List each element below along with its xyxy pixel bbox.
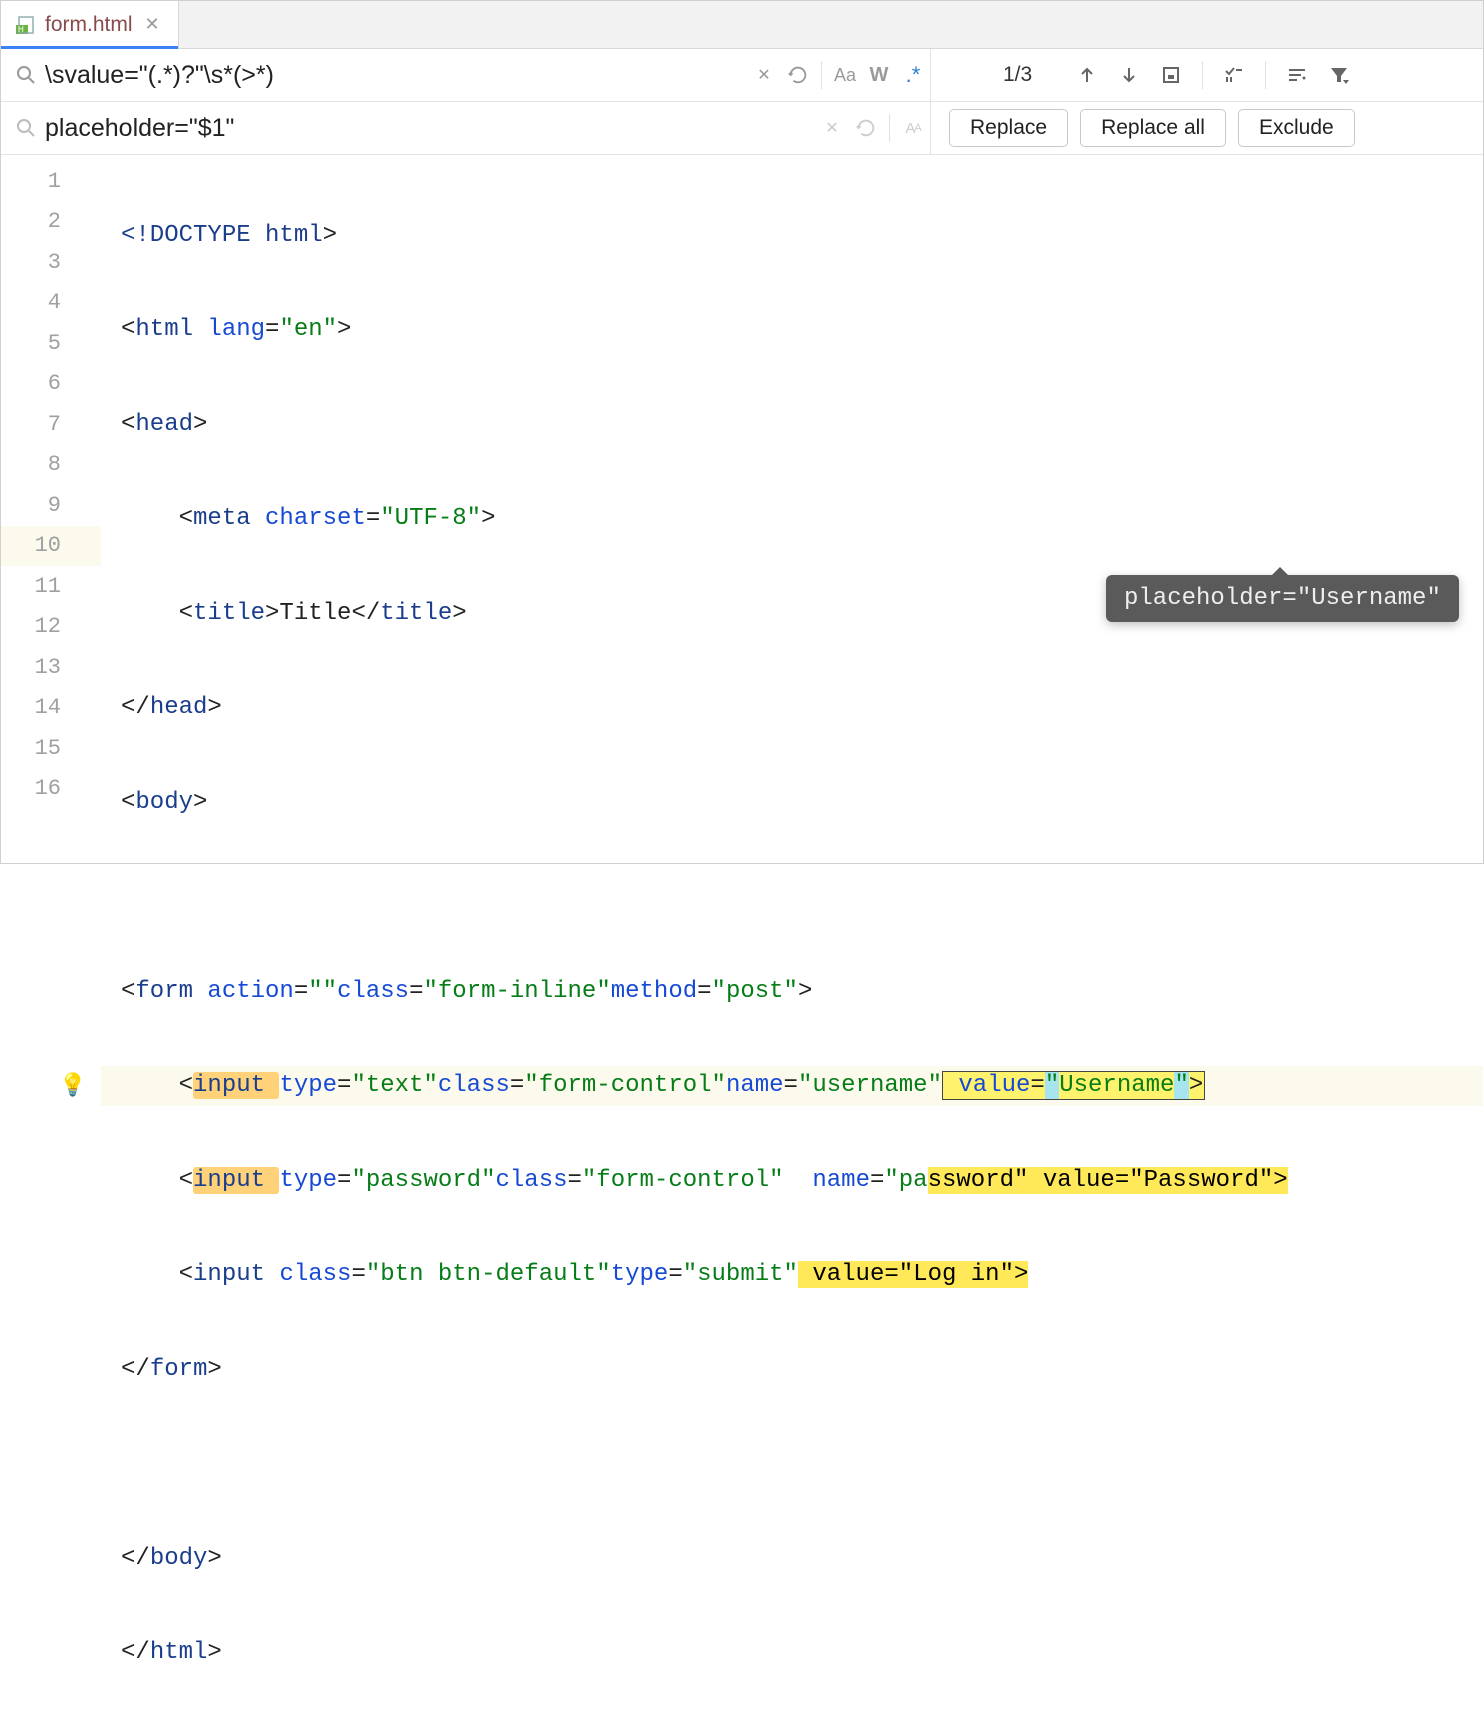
whole-word-icon[interactable]: W (862, 58, 896, 92)
select-occurrences-icon[interactable] (1217, 58, 1251, 92)
code-editor[interactable]: 1 2 3 4 5 6 7 8 9 10 11 12 13 14 15 16 <… (1, 155, 1483, 863)
line-number: 7 (1, 404, 101, 445)
line-number: 11 (1, 566, 101, 607)
file-tab[interactable]: H form.html ✕ (1, 1, 179, 48)
line-gutter: 1 2 3 4 5 6 7 8 9 10 11 12 13 14 15 16 (1, 155, 101, 863)
tab-label: form.html (45, 13, 133, 37)
tab-bar: H form.html ✕ (1, 1, 1483, 49)
svg-text:H: H (18, 25, 24, 34)
code-line: <meta charset="UTF-8"> (101, 499, 1483, 540)
line-number: 10 (1, 526, 101, 567)
replace-preview-tooltip: placeholder="Username" (1106, 575, 1459, 622)
line-number: 13 (1, 647, 101, 688)
code-line: </form> (101, 1349, 1483, 1390)
line-number: 9 (1, 485, 101, 526)
replace-history-icon[interactable] (849, 111, 883, 145)
lightbulb-icon[interactable]: 💡 (59, 1073, 86, 1099)
close-tab-icon[interactable]: ✕ (141, 14, 164, 35)
code-line: <input type="password" class="form-contr… (101, 1160, 1483, 1201)
line-number: 16 (1, 769, 101, 810)
code-line: <html lang="en"> (101, 310, 1483, 351)
select-all-icon[interactable] (1154, 58, 1188, 92)
line-number: 8 (1, 445, 101, 486)
line-number: 5 (1, 323, 101, 364)
replace-input[interactable] (39, 114, 815, 143)
code-line (101, 1444, 1483, 1485)
find-input[interactable] (39, 61, 747, 90)
regex-icon[interactable]: .* (896, 58, 930, 92)
code-line: <!DOCTYPE html> (101, 215, 1483, 256)
code-line: <input class="btn btn-default" type="sub… (101, 1255, 1483, 1296)
code-line: </head> (101, 688, 1483, 729)
search-icon (13, 65, 39, 85)
match-case-icon[interactable]: Aa (828, 58, 862, 92)
history-icon[interactable] (781, 58, 815, 92)
replace-all-button[interactable]: Replace all (1080, 109, 1226, 147)
code-line (101, 877, 1483, 918)
clear-replace-icon[interactable]: ✕ (815, 111, 849, 145)
html-file-icon: H (15, 14, 37, 36)
line-number: 4 (1, 283, 101, 324)
exclude-button[interactable]: Exclude (1238, 109, 1355, 147)
code-line: <head> (101, 404, 1483, 445)
preserve-case-icon[interactable]: AA (896, 111, 930, 145)
code-area[interactable]: <!DOCTYPE html> <html lang="en"> <head> … (101, 155, 1483, 863)
line-number: 14 (1, 688, 101, 729)
filter-icon[interactable] (1322, 58, 1356, 92)
line-number: 3 (1, 242, 101, 283)
clear-find-icon[interactable]: ✕ (747, 58, 781, 92)
find-options-icon[interactable] (1280, 58, 1314, 92)
code-line: <form action="" class="form-inline" meth… (101, 971, 1483, 1012)
line-number: 12 (1, 607, 101, 648)
line-number: 6 (1, 364, 101, 405)
code-line: 💡 <input type="text" class="form-control… (101, 1066, 1483, 1107)
replace-button[interactable]: Replace (949, 109, 1068, 147)
replace-bar: ✕ AA Replace Replace all Exclude (1, 102, 1483, 155)
line-number: 1 (1, 161, 101, 202)
code-line: </body> (101, 1538, 1483, 1579)
code-line: <body> (101, 782, 1483, 823)
line-number: 15 (1, 728, 101, 769)
line-number: 2 (1, 202, 101, 243)
find-bar: ✕ Aa W .* 1/3 (1, 49, 1483, 102)
prev-match-icon[interactable] (1070, 58, 1104, 92)
code-line: </html> (101, 1633, 1483, 1674)
next-match-icon[interactable] (1112, 58, 1146, 92)
replace-search-icon (13, 118, 39, 138)
match-count: 1/3 (943, 63, 1062, 87)
